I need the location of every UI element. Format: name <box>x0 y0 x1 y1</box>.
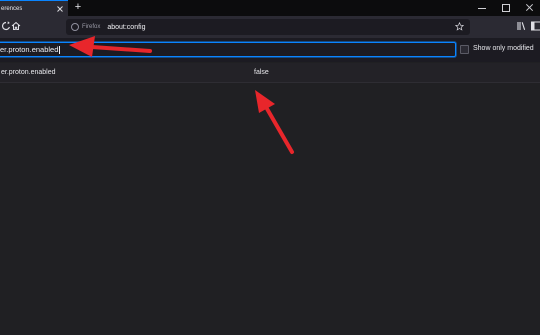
tab-label: erences <box>1 5 23 12</box>
pref-value[interactable]: false <box>254 69 269 76</box>
pref-name: er.proton.enabled <box>1 69 56 76</box>
tab-strip: erences + <box>0 0 540 16</box>
home-icon[interactable] <box>10 20 22 32</box>
new-tab-icon[interactable]: + <box>72 1 84 14</box>
tab-preferences[interactable]: erences <box>0 0 68 16</box>
text-caret <box>59 46 61 55</box>
empty-content-area <box>0 83 540 335</box>
show-only-modified-label: Show only modified <box>473 45 534 52</box>
pref-row[interactable]: er.proton.enabled false <box>0 63 540 83</box>
minimize-icon[interactable] <box>470 0 494 16</box>
url-text: about:config <box>107 23 146 31</box>
search-input[interactable]: er.proton.enabled <box>0 42 456 57</box>
close-tab-icon[interactable] <box>57 6 63 12</box>
url-bar[interactable]: Firefox about:config <box>66 19 470 35</box>
identity-label: Firefox <box>82 24 101 30</box>
bookmark-star-icon[interactable] <box>455 22 464 31</box>
maximize-icon[interactable] <box>494 0 518 16</box>
firefox-icon <box>71 23 79 31</box>
library-icon[interactable] <box>516 20 528 32</box>
search-row: er.proton.enabled Show only modified <box>0 38 540 62</box>
search-input-value: er.proton.enabled <box>0 45 59 54</box>
show-only-modified-checkbox[interactable] <box>460 45 469 54</box>
sidebar-icon[interactable] <box>530 20 540 32</box>
close-window-icon[interactable] <box>518 0 540 16</box>
navigation-toolbar: Firefox about:config <box>0 16 540 38</box>
